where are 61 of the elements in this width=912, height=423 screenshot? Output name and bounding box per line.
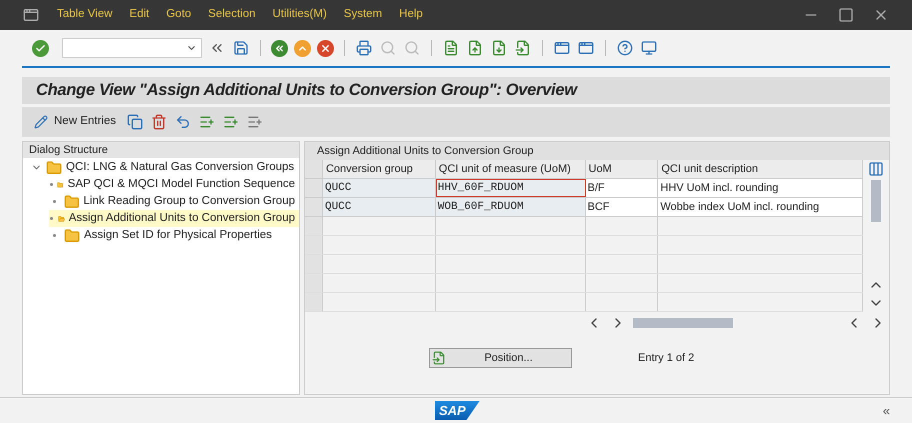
new-entries-button[interactable]: New Entries bbox=[34, 113, 116, 131]
printer-icon[interactable] bbox=[355, 39, 373, 57]
bullet-icon bbox=[50, 183, 53, 186]
copy-icon[interactable] bbox=[126, 113, 144, 131]
pencil-icon bbox=[34, 115, 48, 129]
help-icon[interactable] bbox=[616, 39, 634, 57]
menu-icon[interactable] bbox=[22, 6, 40, 24]
maximize-icon[interactable] bbox=[837, 6, 855, 24]
tree-item[interactable]: Link Reading Group to Conversion Group bbox=[49, 193, 299, 210]
enter-icon[interactable] bbox=[32, 40, 49, 56]
undo-icon[interactable] bbox=[174, 113, 192, 131]
table-cell: WOB_60F_RDUOM bbox=[436, 198, 586, 216]
entry-count: Entry 1 of 2 bbox=[638, 350, 694, 366]
table-cell[interactable]: Wobbe index UoM incl. rounding bbox=[658, 198, 863, 216]
bullet-icon bbox=[52, 200, 56, 203]
up-icon[interactable] bbox=[294, 40, 311, 56]
collapse-toggle[interactable]: « bbox=[882, 400, 890, 420]
column-header[interactable]: Conversion group bbox=[322, 160, 436, 178]
menu-item[interactable]: Edit bbox=[129, 6, 150, 24]
panel-heading: Dialog Structure bbox=[29, 142, 108, 158]
menu-item[interactable]: Help bbox=[399, 6, 423, 24]
page-icon[interactable] bbox=[490, 39, 508, 57]
table-cell: QUCC bbox=[322, 198, 436, 216]
tree-item[interactable]: Assign Additional Units to Conversion Group bbox=[49, 210, 299, 227]
page-title: Change View "Assign Additional Units to Conversion Group": Overview bbox=[36, 80, 577, 102]
table-cell: QUCC bbox=[322, 179, 436, 197]
bullet-icon bbox=[50, 217, 53, 220]
vertical-scrollbar[interactable] bbox=[871, 180, 881, 222]
window-icon[interactable] bbox=[577, 39, 595, 57]
position-icon bbox=[432, 351, 446, 365]
column-header[interactable]: UoM bbox=[586, 160, 658, 178]
back-icon[interactable] bbox=[271, 40, 288, 56]
table-cell: HHV_60F_RDUOM bbox=[436, 179, 586, 197]
menu-item[interactable]: Selection bbox=[208, 6, 256, 24]
menu-item[interactable]: Utilities(M) bbox=[272, 6, 327, 24]
command-field[interactable] bbox=[62, 38, 202, 58]
table-cell[interactable]: HHV UoM incl. rounding bbox=[658, 179, 863, 197]
menu-item[interactable]: System bbox=[344, 6, 382, 24]
position-button[interactable]: Position... bbox=[429, 348, 572, 368]
tree-item[interactable]: Assign Set ID for Physical Properties bbox=[49, 227, 299, 244]
menu-item[interactable]: Goto bbox=[166, 6, 192, 24]
tree-item[interactable]: QCI: LNG & Natural Gas Conversion Groups bbox=[31, 159, 299, 176]
column-header[interactable]: QCI unit of measure (UoM) bbox=[436, 160, 586, 178]
column-settings-icon[interactable] bbox=[867, 160, 885, 178]
delete-icon[interactable] bbox=[150, 113, 168, 131]
logo: SAP bbox=[435, 400, 480, 420]
menu-item[interactable]: Table View bbox=[57, 6, 112, 24]
horizontal-scrollbar[interactable] bbox=[633, 318, 733, 328]
page-icon[interactable] bbox=[442, 39, 460, 57]
save-icon[interactable] bbox=[232, 39, 250, 57]
page-icon[interactable] bbox=[466, 39, 484, 57]
page-icon[interactable] bbox=[514, 39, 532, 57]
column-header[interactable]: QCI unit description bbox=[658, 160, 863, 178]
cancel-icon[interactable] bbox=[317, 40, 334, 56]
table-cell[interactable]: BCF bbox=[586, 198, 658, 216]
monitor-icon[interactable] bbox=[640, 39, 658, 57]
window-icon[interactable] bbox=[553, 39, 571, 57]
tree-item[interactable]: SAP QCI & MQCI Model Function Sequence bbox=[49, 176, 299, 193]
table-cell[interactable]: B/F bbox=[586, 179, 658, 197]
bullet-icon bbox=[53, 234, 56, 237]
table-title: Assign Additional Units to Conversion Group bbox=[317, 144, 534, 159]
